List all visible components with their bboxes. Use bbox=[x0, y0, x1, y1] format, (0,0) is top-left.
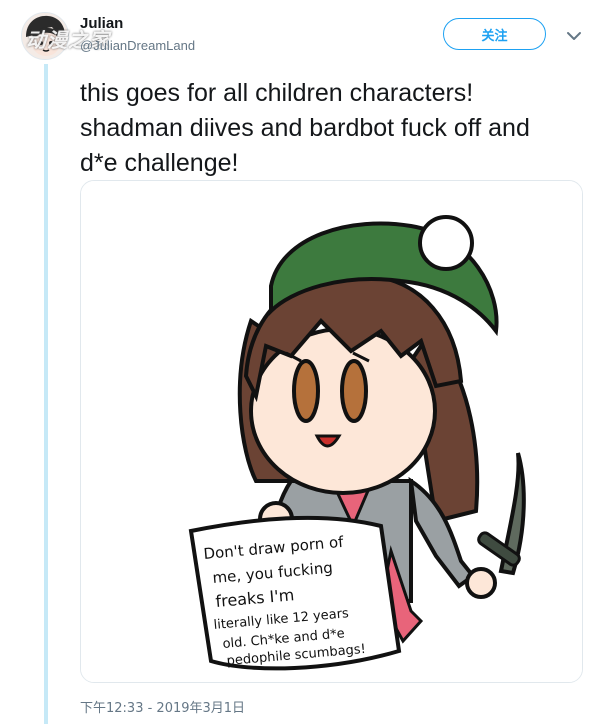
author-name[interactable]: Julian bbox=[80, 15, 123, 32]
illustration-image: Don't draw porn of me, you fucking freak… bbox=[81, 181, 582, 682]
tweet-media[interactable]: Don't draw porn of me, you fucking freak… bbox=[80, 180, 583, 683]
author-handle[interactable]: @JulianDreamLand bbox=[80, 38, 195, 53]
chevron-down-icon[interactable] bbox=[566, 28, 582, 44]
tweet-text: this goes for all children characters! s… bbox=[80, 79, 530, 177]
thread-line bbox=[44, 64, 48, 724]
tweet-timestamp[interactable]: 下午12:33 - 2019年3月1日 bbox=[80, 697, 245, 716]
follow-button[interactable]: 关注 bbox=[443, 18, 546, 50]
